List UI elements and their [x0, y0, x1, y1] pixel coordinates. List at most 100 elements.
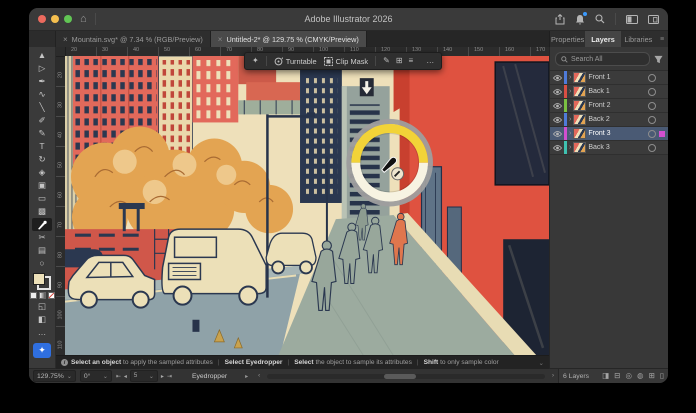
paintbrush-tool[interactable]: ✐: [32, 114, 52, 127]
artboard-artwork[interactable]: [65, 56, 549, 356]
fill-swatch[interactable]: [33, 273, 45, 285]
pen-tool[interactable]: ✒: [32, 75, 52, 88]
pencil-tool[interactable]: ✎: [32, 127, 52, 140]
expand-chevron-icon[interactable]: ›: [569, 116, 571, 123]
rectangle-tool[interactable]: ▭: [32, 192, 52, 205]
layer-row[interactable]: › Back 3: [550, 141, 668, 155]
screen-mode-button[interactable]: ◧: [32, 313, 52, 326]
edit-toolbar-button[interactable]: …: [32, 326, 52, 339]
layer-thumbnail[interactable]: [573, 142, 586, 153]
eraser-tool[interactable]: ◈: [32, 166, 52, 179]
shape-builder-tool[interactable]: ▣: [32, 179, 52, 192]
draw-mode-button[interactable]: ◱: [32, 300, 52, 313]
layer-name[interactable]: Front 3: [588, 130, 646, 137]
layer-name[interactable]: Front 2: [588, 102, 646, 109]
zoom-window-button[interactable]: [64, 15, 72, 23]
target-circle-icon[interactable]: [648, 130, 656, 138]
target-circle-icon[interactable]: [648, 102, 656, 110]
delete-layer-icon[interactable]: ▯: [660, 372, 664, 380]
eyedropper-tool[interactable]: [32, 218, 52, 231]
fill-stroke-swatches[interactable]: [33, 273, 51, 290]
scissors-tool[interactable]: ✂: [32, 231, 52, 244]
visibility-eye-icon[interactable]: [552, 103, 562, 109]
align-icon[interactable]: ≡: [409, 56, 414, 65]
home-icon[interactable]: ⌂: [80, 14, 87, 25]
make-clip-mask-icon[interactable]: ◨: [602, 372, 609, 380]
notifications-bell-icon[interactable]: [575, 14, 585, 25]
visibility-eye-icon[interactable]: [552, 131, 562, 137]
new-sublayer-icon[interactable]: ⊟: [614, 372, 620, 380]
scroll-chevron-icon[interactable]: ⌄: [538, 359, 544, 367]
locate-object-icon[interactable]: ◎: [625, 372, 632, 380]
close-tab-icon[interactable]: ×: [218, 35, 223, 44]
color-button[interactable]: [30, 292, 37, 299]
next-artboard-button[interactable]: ▸: [161, 373, 164, 380]
layer-name[interactable]: Back 1: [588, 88, 646, 95]
panel-tab-libraries[interactable]: Libraries: [621, 31, 656, 48]
gradient-button[interactable]: [39, 292, 46, 299]
expand-chevron-icon[interactable]: ›: [569, 130, 571, 137]
share-icon[interactable]: [555, 14, 565, 25]
more-options-icon[interactable]: …: [426, 57, 434, 65]
close-tab-icon[interactable]: ×: [63, 35, 68, 44]
zoom-tool[interactable]: ○: [32, 257, 52, 270]
rotate-tool[interactable]: ↻: [32, 153, 52, 166]
layer-row[interactable]: › Front 2: [550, 99, 668, 113]
expand-chevron-icon[interactable]: ›: [569, 102, 571, 109]
layer-thumbnail[interactable]: [573, 114, 586, 125]
previous-artboard-button[interactable]: ◂: [124, 373, 127, 380]
gradient-tool[interactable]: ▩: [32, 205, 52, 218]
minimize-window-button[interactable]: [51, 15, 59, 23]
visibility-eye-icon[interactable]: [552, 75, 562, 81]
group-select-icon[interactable]: ⊞: [396, 56, 403, 65]
ai-sparkle-icon[interactable]: ✦: [252, 57, 259, 65]
panel-tab-layers[interactable]: Layers: [585, 31, 620, 48]
layer-row[interactable]: › Front 1: [550, 71, 668, 85]
layer-thumbnail[interactable]: [573, 100, 586, 111]
window-mode-icon[interactable]: [648, 15, 659, 24]
workspace-panels-icon[interactable]: [626, 15, 638, 24]
layer-row[interactable]: › Back 2: [550, 113, 668, 127]
target-circle-icon[interactable]: [648, 88, 656, 96]
target-circle-icon[interactable]: [648, 144, 656, 152]
layer-name[interactable]: Back 3: [588, 144, 646, 151]
selection-tool[interactable]: ▲: [32, 49, 52, 62]
scrollbar-thumb[interactable]: [384, 374, 416, 379]
document-tab[interactable]: ×Untitled-2* @ 129.75 % (CMYK/Preview): [211, 31, 367, 48]
search-input[interactable]: Search All: [555, 52, 650, 66]
line-segment-tool[interactable]: ╲: [32, 101, 52, 114]
expand-chevron-icon[interactable]: ›: [569, 144, 571, 151]
symbol-icon[interactable]: ◍: [637, 372, 644, 380]
layer-thumbnail[interactable]: [573, 86, 586, 97]
direct-selection-tool[interactable]: ▷: [32, 62, 52, 75]
canvas-area[interactable]: 2030405060708090100110120130140150160170…: [56, 47, 549, 369]
layer-thumbnail[interactable]: [573, 72, 586, 83]
clip-mask-button[interactable]: Clip Mask: [324, 57, 368, 66]
zoom-level-select[interactable]: 129.75%⌄: [33, 370, 76, 382]
artboard-tool[interactable]: ▤: [32, 244, 52, 257]
layer-row[interactable]: › Front 3: [550, 127, 668, 141]
last-artboard-button[interactable]: ⇥: [167, 373, 172, 380]
scroll-right-arrow[interactable]: ›: [552, 373, 554, 379]
target-circle-icon[interactable]: [648, 74, 656, 82]
panel-menu-icon[interactable]: ≡: [656, 31, 668, 48]
target-circle-icon[interactable]: [648, 116, 656, 124]
horizontal-scrollbar[interactable]: [267, 374, 545, 379]
artboard-number-select[interactable]: 5⌄: [130, 370, 158, 382]
scroll-left-arrow[interactable]: ‹: [258, 373, 260, 379]
layer-row[interactable]: ›Back 1: [550, 85, 668, 99]
stamp-icon[interactable]: ✎: [383, 56, 390, 65]
status-expand-arrow[interactable]: ▸: [245, 373, 248, 380]
close-window-button[interactable]: [38, 15, 46, 23]
panel-tab-properties[interactable]: Properties: [550, 31, 585, 48]
layer-name[interactable]: Front 1: [588, 74, 646, 81]
expand-chevron-icon[interactable]: ›: [569, 74, 571, 81]
curvature-tool[interactable]: ∿: [32, 88, 52, 101]
document-tab[interactable]: ×Mountain.svg* @ 7.34 % (RGB/Preview): [56, 31, 211, 48]
first-artboard-button[interactable]: ⇤: [116, 373, 121, 380]
visibility-eye-icon[interactable]: [552, 117, 562, 123]
visibility-eye-icon[interactable]: [552, 89, 562, 95]
layer-name[interactable]: Back 2: [588, 116, 646, 123]
visibility-eye-icon[interactable]: [552, 145, 562, 151]
new-layer-icon[interactable]: ⊞: [649, 372, 655, 380]
